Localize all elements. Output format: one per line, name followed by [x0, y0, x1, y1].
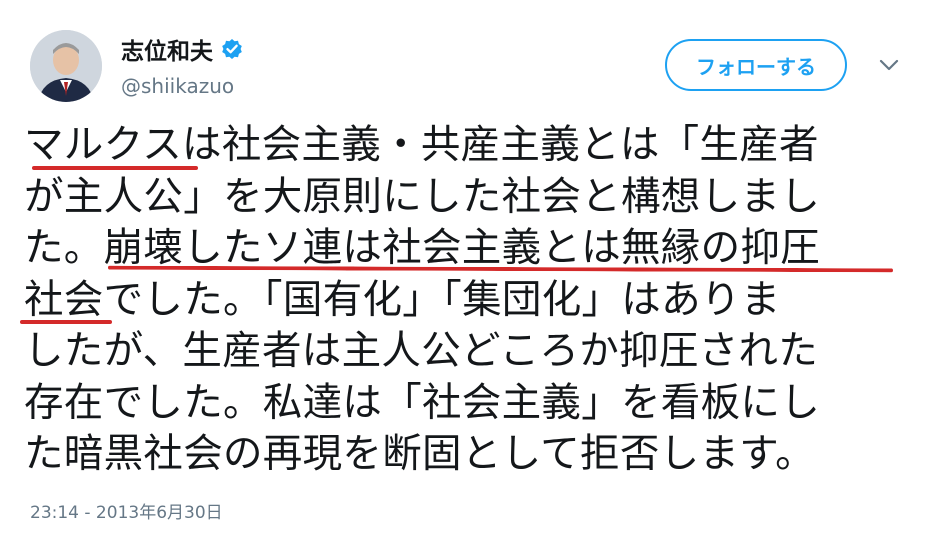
- tweet-text: マルクスは社会主義・共産主義とは「生産者 が主人公」を大原則にした社会と構想しま…: [24, 120, 904, 481]
- author-name-text: 志位和夫: [121, 39, 213, 65]
- tweet-text-line: したが、生産者は主人公どころか抑圧された: [24, 328, 819, 374]
- chevron-down-icon[interactable]: [876, 54, 902, 76]
- author-display-name[interactable]: 志位和夫: [121, 32, 243, 66]
- verified-badge-icon: [221, 38, 243, 60]
- tweet-text-line: た暗黒社会の再現を断固として拒否します。: [24, 431, 815, 477]
- tweet-text-line: が主人公」を大原則にした社会と構想しまし: [24, 173, 820, 220]
- tweet-text-line: 社会でした。「国有化」「集団化」はありま: [24, 276, 781, 323]
- avatar[interactable]: [30, 30, 102, 102]
- follow-button[interactable]: フォローする: [665, 39, 847, 91]
- tweet-text-line: 存在でした。私達は「社会主義」を看板にし: [24, 379, 820, 426]
- red-underline-mark: [20, 320, 112, 324]
- red-underline-mark: [32, 166, 198, 170]
- author-handle[interactable]: @shiikazuo: [121, 74, 234, 98]
- tweet-timestamp[interactable]: 23:14 - 2013年6月30日: [30, 498, 223, 523]
- tweet-text-line: マルクスは社会主義・共産主義とは「生産者: [24, 122, 819, 168]
